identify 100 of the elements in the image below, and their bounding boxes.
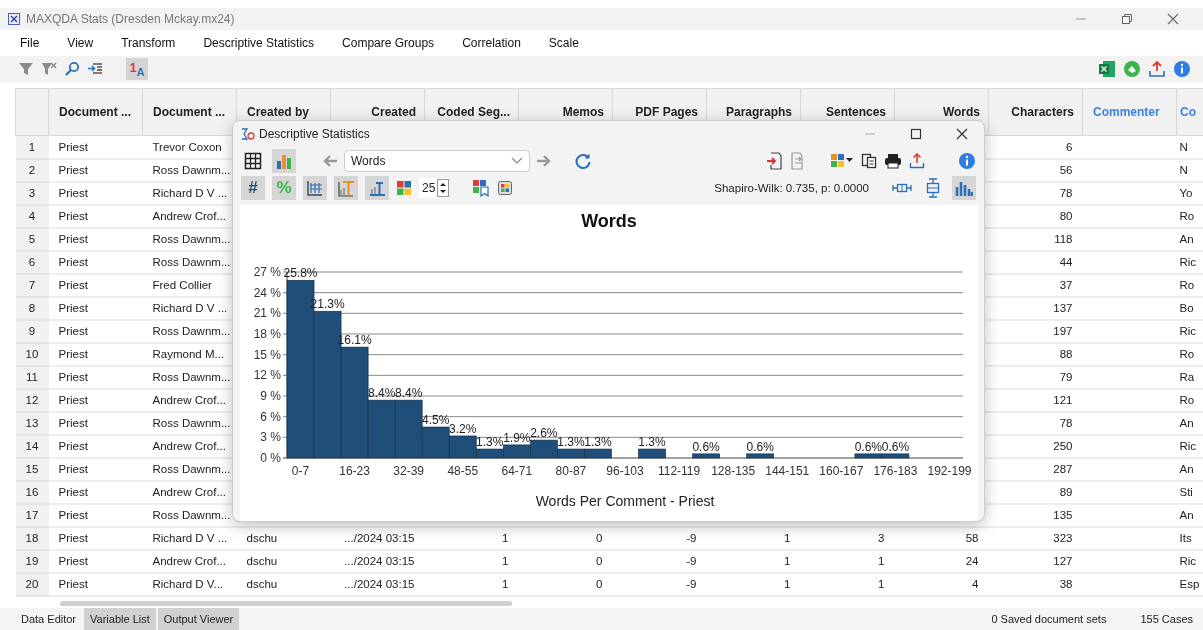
axis-label: 144-151 bbox=[765, 464, 810, 478]
window-title: MAXQDA Stats (Dresden Mckay.mx24) bbox=[26, 12, 235, 26]
back-arrow-icon[interactable] bbox=[322, 154, 338, 168]
table-cell: Priest bbox=[48, 411, 143, 435]
table-cell: Priest bbox=[48, 227, 143, 251]
axis-label: 24 % bbox=[253, 285, 281, 300]
color-bookmark-icon[interactable] bbox=[472, 179, 491, 197]
table-cell: Its bbox=[1176, 526, 1203, 550]
table-cell: Priest bbox=[48, 549, 143, 573]
toggle-button[interactable]: # bbox=[241, 176, 265, 200]
close-icon[interactable] bbox=[1167, 13, 1179, 25]
column-header[interactable]: Document ... bbox=[48, 88, 143, 136]
table-cell: -9 bbox=[612, 549, 707, 573]
close-icon[interactable] bbox=[956, 128, 968, 140]
scrollbar[interactable] bbox=[60, 601, 512, 606]
axis-label: 96-103 bbox=[606, 464, 644, 478]
menu-item[interactable]: Scale bbox=[548, 36, 579, 50]
info-icon[interactable] bbox=[958, 152, 976, 170]
table-cell: 58 bbox=[894, 526, 989, 550]
axis-label: 112-119 bbox=[657, 464, 701, 478]
table-cell: Andrew Crof... bbox=[142, 549, 237, 573]
upload-icon[interactable] bbox=[1148, 60, 1166, 78]
menu-item[interactable]: Descriptive Statistics bbox=[203, 36, 315, 50]
bar bbox=[638, 448, 666, 459]
menu-item[interactable]: File bbox=[20, 36, 40, 50]
row-number: 12 bbox=[15, 388, 49, 412]
import-icon[interactable] bbox=[766, 152, 782, 170]
upload-icon[interactable] bbox=[909, 153, 925, 169]
data-label: 0.6% bbox=[692, 439, 720, 454]
column-header[interactable]: Characters bbox=[988, 88, 1083, 136]
bar bbox=[692, 453, 720, 459]
bar-label-top-icon[interactable] bbox=[334, 176, 358, 200]
table-cell: 88 bbox=[988, 342, 1083, 366]
bar-chart-icon[interactable] bbox=[272, 149, 296, 173]
filter-remove-icon[interactable] bbox=[41, 61, 57, 77]
bar bbox=[503, 444, 531, 459]
row-number: 5 bbox=[15, 227, 49, 251]
row-number: 3 bbox=[15, 181, 49, 205]
table-cell: Sti bbox=[1176, 480, 1203, 504]
table-cell: Priest bbox=[48, 526, 143, 550]
table-cell: 4 bbox=[894, 572, 989, 596]
axis-label: 48-55 bbox=[447, 464, 479, 478]
axis-label: 3 % bbox=[260, 430, 281, 445]
restore-icon[interactable] bbox=[1121, 13, 1133, 25]
menu-item[interactable]: Compare Groups bbox=[342, 36, 435, 50]
table-cell: Priest bbox=[48, 503, 143, 527]
table-cell: Esp bbox=[1176, 572, 1203, 596]
menu-item[interactable]: Transform bbox=[121, 36, 176, 50]
table-cell: An bbox=[1176, 227, 1203, 251]
data-label: 0.6% bbox=[746, 439, 774, 454]
bar-label-bottom-icon[interactable] bbox=[365, 176, 389, 200]
info-icon[interactable] bbox=[1173, 60, 1191, 78]
app-icon[interactable] bbox=[8, 13, 20, 25]
row-number: 19 bbox=[15, 549, 49, 573]
spreadsheet-icon[interactable] bbox=[1098, 60, 1116, 78]
data-label: 1.3% bbox=[638, 435, 666, 450]
table-cell: .../2024 03:15 bbox=[330, 526, 425, 550]
tab[interactable]: Output Viewer bbox=[157, 608, 240, 630]
table-cell: 1 bbox=[424, 526, 519, 550]
table-cell: 37 bbox=[988, 273, 1083, 297]
row-number: 7 bbox=[15, 273, 49, 297]
axis-title: Words Per Comment - Priest bbox=[535, 493, 715, 509]
table-cell: 250 bbox=[988, 434, 1083, 458]
search-icon[interactable] bbox=[64, 61, 80, 77]
table-cell: 287 bbox=[988, 457, 1083, 481]
table-cell: 0 bbox=[518, 572, 613, 596]
bins-spinner[interactable]: 25 bbox=[419, 178, 450, 198]
histogram-icon[interactable] bbox=[952, 176, 976, 200]
row-number: 8 bbox=[15, 296, 49, 320]
axis-label: 18 % bbox=[253, 327, 281, 341]
table-cell: dschu bbox=[236, 572, 331, 596]
maximize-icon[interactable] bbox=[910, 128, 922, 140]
color-settings-icon[interactable] bbox=[497, 180, 514, 196]
tab[interactable]: Variable List bbox=[84, 608, 156, 630]
table-cell: dschu bbox=[236, 526, 331, 550]
data-label: 1.3% bbox=[476, 435, 504, 450]
indent-list-icon[interactable] bbox=[87, 61, 103, 77]
forward-arrow-icon[interactable] bbox=[536, 154, 552, 168]
filter-icon[interactable] bbox=[18, 61, 34, 77]
menu-item[interactable]: View bbox=[67, 36, 94, 50]
sigma-icon[interactable] bbox=[241, 128, 255, 140]
axis-label: 160-167 bbox=[819, 464, 864, 478]
chevron-down-icon[interactable] bbox=[511, 157, 523, 165]
printer-icon[interactable] bbox=[884, 153, 902, 169]
axis-label: 0-7 bbox=[291, 464, 310, 478]
axis-label: 176-183 bbox=[873, 464, 918, 478]
copy-icon[interactable] bbox=[861, 153, 877, 169]
grid-lines-icon[interactable] bbox=[303, 176, 327, 200]
color-grid-icon[interactable] bbox=[396, 180, 412, 196]
table-cell: 78 bbox=[988, 411, 1083, 435]
row-number: 18 bbox=[15, 526, 49, 550]
refresh-icon[interactable] bbox=[574, 152, 592, 170]
menu-item[interactable]: Correlation bbox=[462, 36, 521, 50]
variable-dropdown[interactable]: Words bbox=[344, 150, 530, 172]
table-cell: 6 bbox=[988, 135, 1083, 159]
column-header[interactable]: Document ... bbox=[142, 88, 237, 136]
statistics-text: Shapiro-Wilk: 0.735, p: 0.0000 bbox=[714, 182, 869, 194]
axis-label: 9 % bbox=[260, 389, 281, 403]
table-cell: -9 bbox=[612, 526, 707, 550]
color-palette-icon[interactable] bbox=[830, 153, 854, 169]
